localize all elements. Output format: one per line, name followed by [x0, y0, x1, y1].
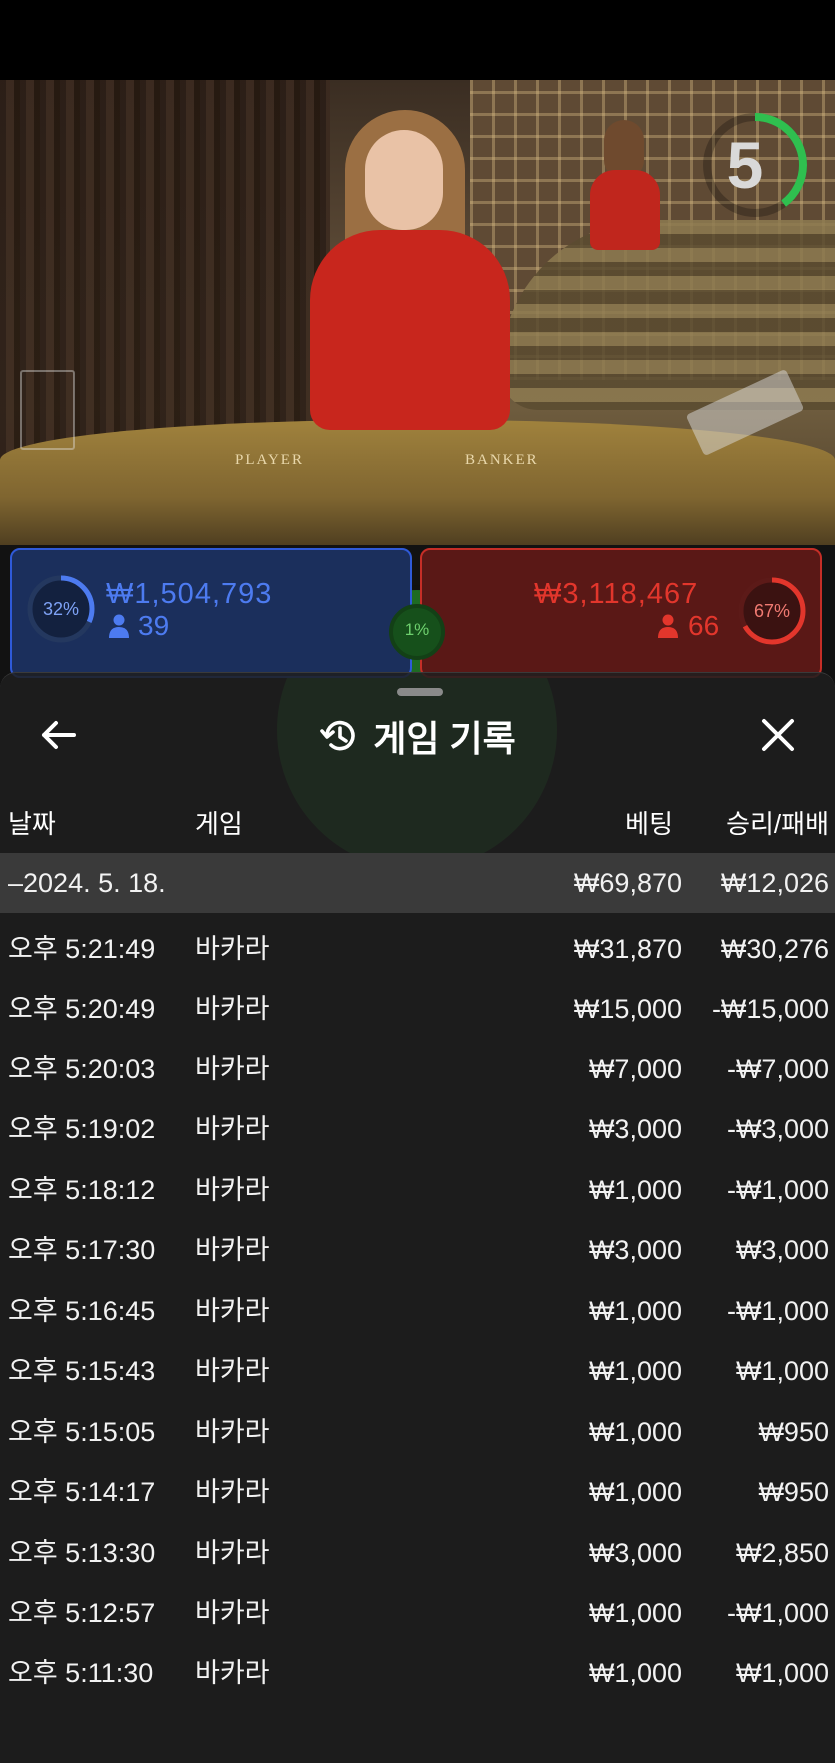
row-bet: ₩1,000: [588, 1658, 682, 1688]
row-time: 오후 5:18:12: [8, 1175, 156, 1205]
history-icon: [320, 720, 356, 751]
date-group-row[interactable]: –2024. 5. 18. ₩69,870 ₩12,026: [0, 853, 835, 913]
player-total-amount: ₩1,504,793: [106, 578, 273, 610]
row-time: 오후 5:20:49: [8, 994, 156, 1024]
table-banker-label: BANKER: [465, 452, 539, 468]
row-game: 바카라: [195, 1175, 270, 1205]
row-game: 바카라: [195, 1054, 270, 1084]
status-bar: [0, 0, 835, 80]
row-result: -₩7,000: [726, 1054, 829, 1084]
row-game: 바카라: [195, 934, 270, 964]
row-time: 오후 5:15:43: [8, 1356, 156, 1386]
countdown-timer: 5: [726, 128, 764, 202]
history-row[interactable]: 오후 5:14:17 바카라 ₩1,000 ₩950: [0, 1462, 835, 1522]
row-bet: ₩3,000: [588, 1114, 682, 1144]
row-time: 오후 5:11:30: [8, 1658, 154, 1688]
background-dealer: [590, 120, 660, 270]
row-result: -₩1,000: [726, 1598, 829, 1628]
column-result: 승리/패배: [726, 809, 829, 839]
row-bet: ₩1,000: [588, 1417, 682, 1447]
row-bet: ₩7,000: [588, 1054, 682, 1084]
row-game: 바카라: [195, 1235, 270, 1265]
sheet-title: 게임 기록: [373, 718, 516, 759]
close-icon[interactable]: [755, 712, 801, 758]
row-time: 오후 5:20:03: [8, 1054, 156, 1084]
date-group-result: ₩12,026: [720, 868, 829, 898]
discard-box: [20, 370, 75, 450]
banker-total-amount: ₩3,118,467: [534, 578, 699, 610]
row-game: 바카라: [195, 1658, 270, 1688]
row-time: 오후 5:13:30: [8, 1538, 156, 1568]
sheet-header: 게임 기록: [0, 710, 835, 762]
row-result: ₩950: [758, 1477, 829, 1507]
row-time: 오후 5:21:49: [8, 934, 156, 964]
row-bet: ₩3,000: [588, 1538, 682, 1568]
history-row[interactable]: 오후 5:12:57 바카라 ₩1,000 -₩1,000: [0, 1583, 835, 1643]
row-result: -₩1,000: [726, 1296, 829, 1326]
history-row[interactable]: 오후 5:19:02 바카라 ₩3,000 -₩3,000: [0, 1099, 835, 1159]
date-group-bet: ₩69,870: [573, 868, 682, 898]
history-row[interactable]: 오후 5:20:03 바카라 ₩7,000 -₩7,000: [0, 1039, 835, 1099]
row-result: ₩1,000: [735, 1356, 829, 1386]
row-game: 바카라: [195, 1477, 270, 1507]
row-time: 오후 5:17:30: [8, 1235, 156, 1265]
history-row[interactable]: 오후 5:11:30 바카라 ₩1,000 ₩1,000: [0, 1643, 835, 1703]
column-date: 날짜: [8, 809, 56, 839]
banker-percent: 67%: [753, 601, 791, 621]
row-result: -₩1,000: [726, 1175, 829, 1205]
dealer: [290, 110, 540, 440]
history-row[interactable]: 오후 5:17:30 바카라 ₩3,000 ₩3,000: [0, 1220, 835, 1280]
row-result: ₩950: [758, 1417, 829, 1447]
row-result: ₩1,000: [735, 1658, 829, 1688]
player-bettor-count: 39: [138, 610, 170, 641]
history-row[interactable]: 오후 5:21:49 바카라 ₩31,870 ₩30,276: [0, 919, 835, 979]
row-bet: ₩1,000: [588, 1477, 682, 1507]
row-bet: ₩3,000: [588, 1235, 682, 1265]
history-row[interactable]: 오후 5:15:05 바카라 ₩1,000 ₩950: [0, 1402, 835, 1462]
person-icon: [658, 614, 678, 638]
date-group-label: –2024. 5. 18.: [8, 868, 166, 898]
column-game: 게임: [195, 809, 243, 839]
row-time: 오후 5:16:45: [8, 1296, 156, 1326]
row-bet: ₩1,000: [588, 1175, 682, 1205]
row-game: 바카라: [195, 1538, 270, 1568]
row-time: 오후 5:19:02: [8, 1114, 156, 1144]
row-time: 오후 5:14:17: [8, 1477, 156, 1507]
banker-bettor-count: 66: [688, 610, 720, 641]
column-bet: 베팅: [625, 809, 673, 839]
person-icon: [109, 614, 129, 638]
row-game: 바카라: [195, 994, 270, 1024]
player-percent: 32%: [42, 599, 80, 619]
row-bet: ₩31,870: [573, 934, 682, 964]
row-game: 바카라: [195, 1296, 270, 1326]
history-row[interactable]: 오후 5:13:30 바카라 ₩3,000 ₩2,850: [0, 1523, 835, 1583]
sheet-drag-handle[interactable]: [397, 688, 443, 696]
row-result: ₩2,850: [735, 1538, 829, 1568]
row-game: 바카라: [195, 1598, 270, 1628]
table-player-label: PLAYER: [235, 452, 304, 468]
history-row[interactable]: 오후 5:18:12 바카라 ₩1,000 -₩1,000: [0, 1160, 835, 1220]
history-row[interactable]: 오후 5:15:43 바카라 ₩1,000 ₩1,000: [0, 1341, 835, 1401]
row-bet: ₩1,000: [588, 1296, 682, 1326]
row-time: 오후 5:12:57: [8, 1598, 156, 1628]
tie-percent: 1%: [404, 620, 430, 639]
row-result: ₩3,000: [735, 1235, 829, 1265]
history-row[interactable]: 오후 5:16:45 바카라 ₩1,000 -₩1,000: [0, 1281, 835, 1341]
row-time: 오후 5:15:05: [8, 1417, 156, 1447]
row-bet: ₩1,000: [588, 1356, 682, 1386]
row-bet: ₩15,000: [573, 994, 682, 1024]
row-result: ₩30,276: [720, 934, 829, 964]
row-result: -₩3,000: [726, 1114, 829, 1144]
history-row[interactable]: 오후 5:20:49 바카라 ₩15,000 -₩15,000: [0, 979, 835, 1039]
row-bet: ₩1,000: [588, 1598, 682, 1628]
row-game: 바카라: [195, 1114, 270, 1144]
row-result: -₩15,000: [711, 994, 829, 1024]
row-game: 바카라: [195, 1356, 270, 1386]
row-game: 바카라: [195, 1417, 270, 1447]
